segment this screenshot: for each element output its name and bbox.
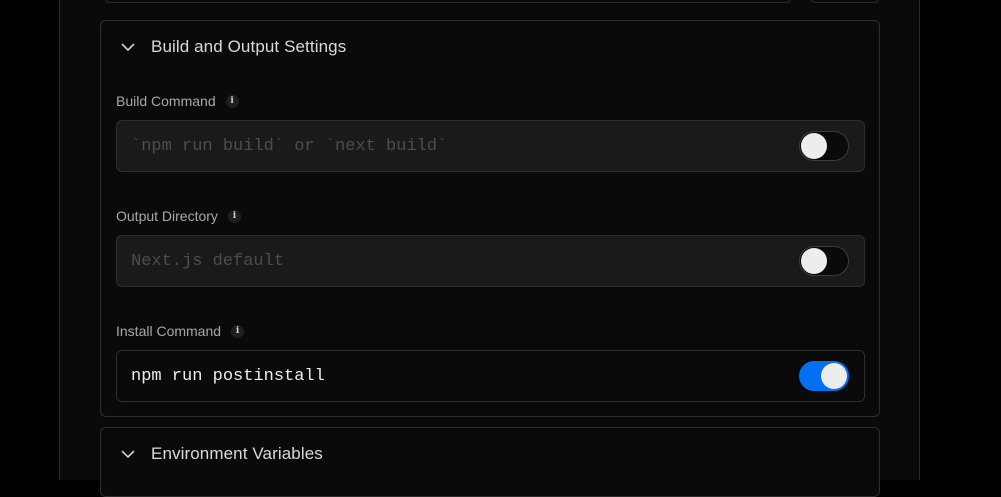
info-icon[interactable]: i — [227, 209, 241, 223]
chevron-down-icon[interactable] — [120, 39, 136, 55]
build-command-label: Build Command i — [116, 93, 239, 109]
info-icon[interactable]: i — [225, 94, 239, 108]
panel-title: Environment Variables — [151, 444, 323, 463]
build-command-row — [116, 120, 865, 172]
output-directory-row — [116, 235, 865, 287]
build-command-input[interactable] — [117, 121, 799, 171]
environment-variables-panel: Environment Variables — [100, 427, 880, 497]
chevron-down-icon[interactable] — [120, 446, 136, 462]
environment-variables-header[interactable]: Environment Variables — [101, 428, 879, 480]
install-command-override-toggle[interactable] — [799, 361, 849, 391]
previous-input-field[interactable] — [104, 0, 792, 3]
build-command-override-toggle[interactable] — [799, 131, 849, 161]
output-directory-label: Output Directory i — [116, 208, 241, 224]
previous-field-button[interactable] — [810, 0, 880, 3]
toggle-knob — [801, 248, 827, 274]
field-label-text: Install Command — [116, 323, 222, 339]
install-command-label: Install Command i — [116, 323, 245, 339]
build-output-settings-header[interactable]: Build and Output Settings — [101, 21, 879, 73]
install-command-input[interactable] — [117, 351, 799, 401]
panel-title: Build and Output Settings — [151, 37, 347, 56]
output-directory-input[interactable] — [117, 236, 799, 286]
output-directory-override-toggle[interactable] — [799, 246, 849, 276]
build-output-settings-panel: Build and Output Settings Build Command … — [100, 20, 880, 417]
install-command-row — [116, 350, 865, 402]
toggle-knob — [801, 133, 827, 159]
toggle-knob — [821, 363, 847, 389]
field-label-text: Output Directory — [116, 208, 218, 224]
field-label-text: Build Command — [116, 93, 216, 109]
info-icon[interactable]: i — [231, 324, 245, 338]
